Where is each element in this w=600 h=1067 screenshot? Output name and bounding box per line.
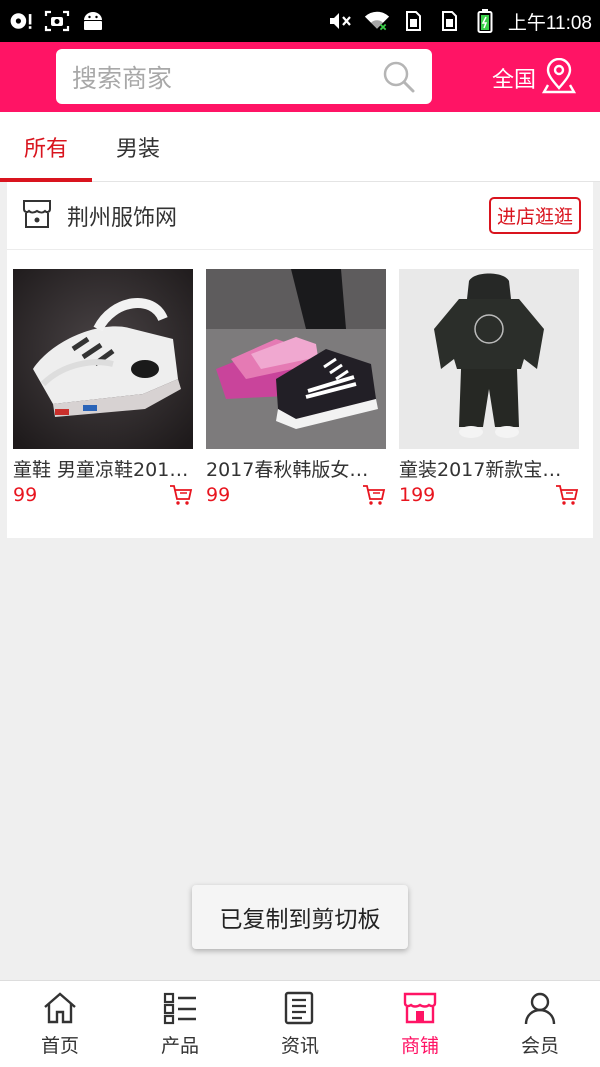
- sim2-icon: [436, 10, 462, 32]
- product-bottom: 199: [399, 484, 579, 506]
- product-price: 99: [206, 484, 231, 506]
- home-icon: [42, 991, 78, 1025]
- nav-label: 会员: [520, 1034, 559, 1057]
- visit-shop-button[interactable]: 进店逛逛: [488, 197, 581, 234]
- location-pin-icon: [541, 57, 577, 98]
- status-time: 上午11:08: [507, 12, 592, 34]
- nav-label: 产品: [160, 1034, 199, 1057]
- android-icon: [80, 10, 106, 32]
- search-placeholder: 搜索商家: [72, 63, 173, 93]
- product-card[interactable]: 2017春秋韩版女鞋运动鞋 99: [206, 269, 386, 506]
- nav-label: 商铺: [400, 1034, 439, 1057]
- product-list: 童鞋 男童凉鞋2017新款 99: [7, 250, 593, 506]
- cart-icon[interactable]: [555, 484, 579, 506]
- screenshot-icon: [44, 10, 70, 32]
- nav-label: 首页: [40, 1034, 79, 1057]
- app-header: 搜索商家 全国: [0, 42, 600, 112]
- category-tabs: 所有 男装: [0, 112, 600, 182]
- tab-all[interactable]: 所有: [0, 112, 92, 182]
- disc-icon: [8, 10, 34, 32]
- nav-label: 资讯: [280, 1034, 319, 1057]
- copied-toast: 已复制到剪切板: [192, 885, 408, 949]
- battery-icon: [472, 9, 498, 33]
- bottom-nav: 首页 产品 资讯 商铺 会员: [0, 980, 600, 1067]
- shop-header: 荆州服饰网 进店逛逛: [7, 182, 593, 250]
- search-icon[interactable]: [382, 60, 416, 94]
- product-bottom: 99: [13, 484, 193, 506]
- search-input[interactable]: 搜索商家: [56, 49, 432, 104]
- cart-icon[interactable]: [362, 484, 386, 506]
- region-selector[interactable]: 全国: [492, 57, 577, 98]
- status-left: [8, 10, 106, 32]
- wifi-icon: [364, 10, 390, 32]
- product-title[interactable]: 童鞋 男童凉鞋2017新款: [13, 455, 193, 482]
- kids-hoodie-set-image[interactable]: [399, 269, 579, 449]
- women-sneakers-image[interactable]: [206, 269, 386, 449]
- product-title[interactable]: 2017春秋韩版女鞋运动鞋: [206, 455, 386, 482]
- news-icon: [282, 991, 318, 1025]
- shop-card: 荆州服饰网 进店逛逛 童鞋 男童凉鞋2017新款: [7, 182, 593, 538]
- nav-item-products[interactable]: 产品: [120, 981, 240, 1067]
- kids-sandal-image[interactable]: [13, 269, 193, 449]
- product-price: 99: [13, 484, 38, 506]
- status-right: 上午11:08: [328, 8, 592, 35]
- product-card[interactable]: 童装2017新款宝宝套装 199: [399, 269, 579, 506]
- store-icon: [21, 198, 53, 234]
- sim1-icon: [400, 10, 426, 32]
- product-card[interactable]: 童鞋 男童凉鞋2017新款 99: [13, 269, 193, 506]
- nav-item-member[interactable]: 会员: [480, 981, 600, 1067]
- product-price: 199: [399, 484, 436, 506]
- product-title[interactable]: 童装2017新款宝宝套装: [399, 455, 579, 482]
- shop-name: 荆州服饰网: [67, 205, 178, 231]
- cart-icon[interactable]: [169, 484, 193, 506]
- region-label: 全国: [492, 68, 537, 93]
- nav-item-shops[interactable]: 商铺: [360, 981, 480, 1067]
- nav-item-home[interactable]: 首页: [0, 981, 120, 1067]
- tab-menswear[interactable]: 男装: [92, 112, 184, 182]
- nav-item-news[interactable]: 资讯: [240, 981, 360, 1067]
- mute-icon: [328, 10, 354, 32]
- member-icon: [522, 991, 558, 1025]
- shop-icon: [402, 991, 438, 1025]
- status-bar: 上午11:08: [0, 0, 600, 42]
- product-bottom: 99: [206, 484, 386, 506]
- product-list-icon: [162, 991, 198, 1025]
